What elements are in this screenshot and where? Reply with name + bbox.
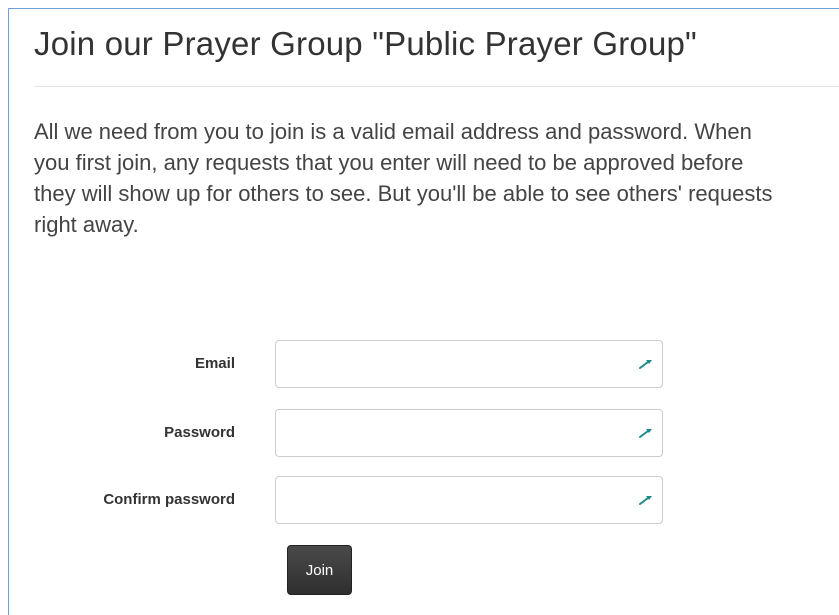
- email-field[interactable]: [276, 341, 616, 385]
- email-label: Email: [194, 355, 235, 372]
- password-manager-key-icon[interactable]: [638, 493, 654, 507]
- email-field-box[interactable]: [275, 340, 663, 388]
- password-field[interactable]: [276, 410, 616, 454]
- page-title: Join our Prayer Group "Public Prayer Gro…: [34, 25, 697, 62]
- confirm-password-field-box[interactable]: [275, 476, 663, 524]
- password-label: Password: [164, 424, 235, 441]
- join-button[interactable]: Join: [287, 545, 352, 595]
- password-manager-key-icon[interactable]: [638, 357, 654, 371]
- confirm-password-row: Confirm password: [0, 476, 839, 524]
- password-manager-key-icon[interactable]: [638, 426, 654, 440]
- password-field-box[interactable]: [275, 409, 663, 457]
- title-divider: [34, 86, 839, 87]
- email-row: Email: [0, 340, 839, 388]
- confirm-password-label: Confirm password: [103, 491, 235, 508]
- password-row: Password: [0, 409, 839, 457]
- intro-text: All we need from you to join is a valid …: [34, 119, 773, 237]
- confirm-password-field[interactable]: [276, 477, 616, 521]
